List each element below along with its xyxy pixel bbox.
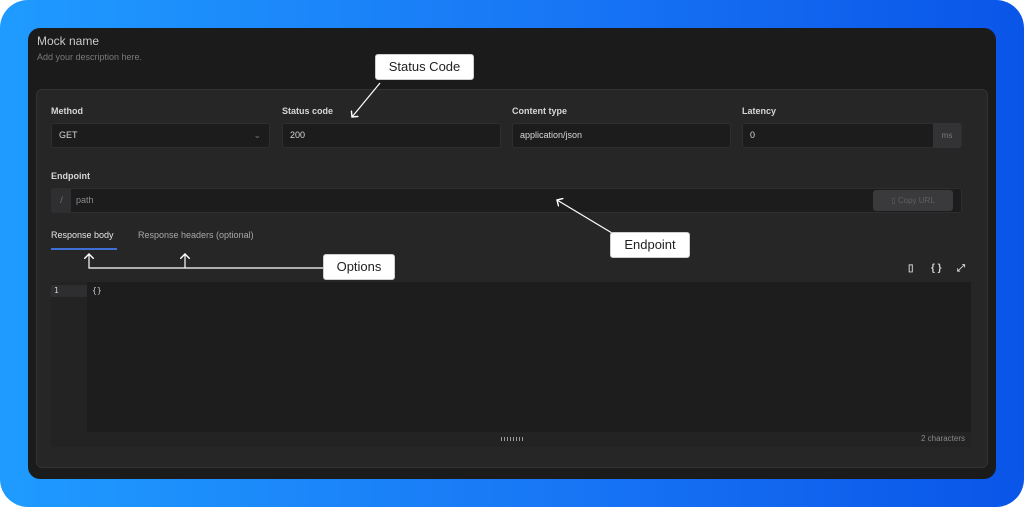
latency-label: Latency: [742, 106, 777, 116]
mock-editor-window: Mock name Add your description here. Met…: [28, 28, 996, 479]
content-type-label: Content type: [512, 106, 567, 116]
copy-url-button[interactable]: ▯ Copy URL: [873, 190, 953, 211]
character-count: 2 characters: [920, 434, 965, 443]
response-body-editor[interactable]: 1 {}: [51, 282, 971, 432]
code-line[interactable]: {}: [92, 285, 102, 297]
copy-url-label: Copy URL: [897, 196, 935, 205]
content-type-input[interactable]: application/json: [512, 123, 731, 148]
line-gutter: 1: [51, 282, 87, 432]
method-select[interactable]: GET ⌄: [51, 123, 270, 148]
braces-format-icon[interactable]: { }: [931, 263, 942, 274]
endpoint-callout: Endpoint: [610, 232, 690, 258]
latency-value: 0: [750, 130, 756, 140]
method-value: GET: [59, 130, 78, 140]
resize-handle[interactable]: [501, 437, 523, 441]
line-number: 1: [51, 285, 87, 297]
copy-icon: ▯: [891, 196, 896, 205]
endpoint-label: Endpoint: [51, 171, 90, 181]
mock-name-title[interactable]: Mock name: [37, 34, 99, 48]
options-callout: Options: [323, 254, 395, 280]
tab-response-body[interactable]: Response body: [51, 230, 114, 240]
expand-icon[interactable]: ⤢: [957, 263, 965, 274]
endpoint-input-group: / path ▯ Copy URL: [51, 188, 962, 213]
endpoint-prefix: /: [52, 189, 71, 212]
latency-input[interactable]: 0 ms: [742, 123, 962, 148]
editor-footer: 2 characters: [51, 432, 971, 447]
copy-icon[interactable]: ▯: [908, 263, 914, 274]
method-label: Method: [51, 106, 83, 116]
tab-response-headers[interactable]: Response headers (optional): [138, 230, 254, 240]
mock-description[interactable]: Add your description here.: [37, 52, 142, 62]
status-code-callout: Status Code: [375, 54, 474, 80]
status-code-label: Status code: [282, 106, 334, 116]
endpoint-path-input[interactable]: path: [76, 189, 94, 212]
latency-unit: ms: [933, 123, 961, 148]
mock-config-panel: Method GET ⌄ Status code 200 Content typ…: [36, 89, 988, 468]
status-code-input[interactable]: 200: [282, 123, 501, 148]
chevron-down-icon: ⌄: [253, 130, 261, 140]
active-tab-indicator: [51, 248, 117, 250]
